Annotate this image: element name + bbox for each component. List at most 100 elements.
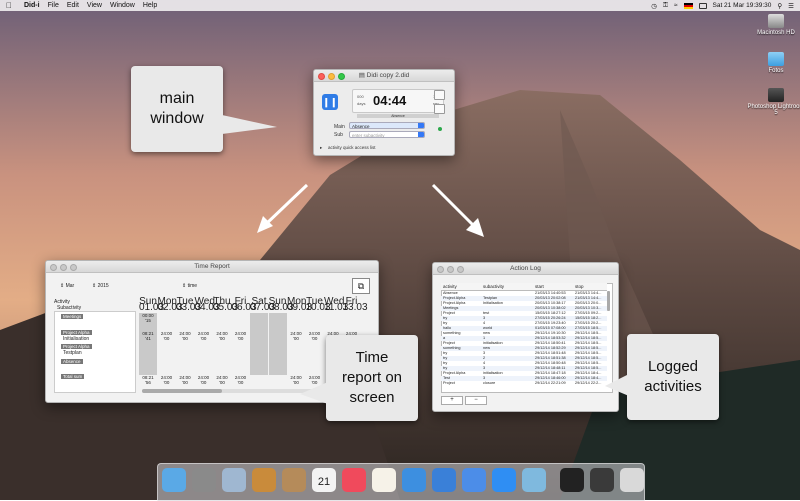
sub-label: Sub — [334, 132, 343, 138]
disclosure-triangle-icon[interactable]: ▸ — [320, 145, 322, 151]
row-label: Meetings — [61, 314, 84, 319]
column-header[interactable]: subactivity — [483, 283, 504, 290]
table-row[interactable]: Project closure 29/12/14 22:21:09 29/12/14 … — [441, 381, 607, 386]
time-report-titlebar[interactable]: Time Report — [46, 261, 378, 273]
menu-view[interactable]: View — [87, 2, 102, 9]
grid-cell: 08:21 '56 — [142, 375, 154, 385]
keynote-icon[interactable] — [432, 468, 456, 492]
clock[interactable]: Sat 21 Mar 19:39:30 — [713, 2, 772, 9]
cell-sub: '00 — [293, 336, 299, 341]
weekend-shade — [250, 313, 268, 375]
quick-access-label[interactable]: activity quick access list — [328, 145, 376, 150]
menu-window[interactable]: Window — [110, 2, 135, 9]
day-date: 03.03 — [176, 302, 202, 313]
language-flag-icon[interactable] — [683, 2, 693, 9]
apple-menu-icon[interactable]:  — [6, 1, 16, 10]
menu-edit[interactable]: Edit — [67, 2, 79, 9]
export-icon[interactable]: ⧉ — [352, 278, 370, 294]
cell-sub: '00 — [219, 336, 225, 341]
list-view-icon[interactable] — [434, 90, 445, 100]
desktop-icon-macintosh-hd[interactable]: Macintosh HD — [746, 14, 800, 36]
main-window-titlebar[interactable]: ▤ Didi copy 2.did — [314, 70, 454, 82]
document-icon: ▤ — [358, 72, 367, 79]
finder-icon[interactable] — [162, 468, 186, 492]
remove-button[interactable]: − — [465, 396, 487, 405]
menu-file[interactable]: File — [48, 2, 59, 9]
day-date: 07.03 — [250, 302, 276, 313]
chevron-down-icon[interactable] — [418, 123, 424, 128]
day-header: Wed 04.03 — [194, 297, 220, 313]
battery-icon[interactable] — [698, 2, 707, 9]
table-cell: Project — [443, 381, 455, 385]
mode-select[interactable]: ⇕ time — [182, 283, 197, 289]
terminal-icon[interactable] — [560, 468, 584, 492]
desktop-icon-lightroom[interactable]: Photoshop Lightroom 5 — [746, 88, 800, 116]
row-label: Absence — [61, 359, 83, 364]
vertical-scrollbar[interactable] — [607, 291, 610, 311]
column-header[interactable]: activity — [443, 283, 457, 290]
menu-app-name[interactable]: Did-i — [24, 2, 40, 9]
action-log-titlebar[interactable]: Action Log — [433, 263, 618, 275]
column-header[interactable]: stop — [575, 283, 584, 290]
remove-label: − — [474, 397, 478, 403]
row-label: Project Alpha — [61, 330, 92, 335]
timer-status-icon[interactable]: ◷ — [651, 2, 657, 10]
year-stepper[interactable]: ⇕ 2015 — [92, 283, 109, 289]
grid-cell: 24:00'00 — [158, 375, 176, 385]
days-unit: days — [357, 101, 366, 106]
search-icon[interactable]: ⚲ — [777, 2, 782, 10]
scrollbar-thumb[interactable] — [142, 389, 222, 393]
close-button[interactable] — [50, 264, 57, 271]
close-button[interactable] — [437, 266, 444, 273]
cell-sub: '00 — [237, 336, 244, 341]
row-label: Testplan — [63, 350, 82, 356]
lock-icon[interactable]: ⚿ — [663, 2, 668, 10]
chevron-down-icon[interactable] — [418, 132, 424, 137]
preview-icon[interactable] — [252, 468, 276, 492]
year-value: 2015 — [97, 283, 109, 289]
photo-booth-icon[interactable] — [590, 468, 614, 492]
month-select[interactable]: ⇕ Mar — [60, 283, 74, 289]
column-header[interactable]: start — [535, 283, 544, 290]
close-button[interactable] — [318, 73, 325, 80]
add-button[interactable]: + — [441, 396, 463, 405]
report-icon[interactable] — [434, 104, 445, 114]
trash-icon[interactable] — [620, 468, 644, 492]
minimize-button[interactable] — [328, 73, 335, 80]
wifi-icon[interactable]: ≈ — [674, 2, 678, 9]
app-store-icon[interactable] — [492, 468, 516, 492]
menu-help[interactable]: Help — [143, 2, 157, 9]
zoom-button[interactable] — [70, 264, 77, 271]
music-icon[interactable] — [342, 468, 366, 492]
day-header: Fri 06.03 — [231, 297, 257, 313]
subactivity-combo[interactable]: enter subactivity — [349, 131, 425, 138]
pause-button[interactable]: ❙❙ — [322, 94, 338, 110]
day-date: 02.03 — [157, 302, 183, 313]
running-indicator — [438, 127, 442, 131]
launchpad-icon[interactable] — [222, 468, 246, 492]
system-preferences-icon[interactable] — [192, 468, 216, 492]
notification-center-icon[interactable]: ☰ — [788, 2, 794, 10]
photos-icon[interactable] — [372, 468, 396, 492]
day-date: 06.03 — [231, 302, 257, 313]
timer-display: 000 days 04:44 11 sec Absence — [352, 89, 444, 118]
day-date: 04.03 — [194, 302, 220, 313]
day-header: Sat 07.03 — [250, 297, 276, 313]
zoom-button[interactable] — [338, 73, 345, 80]
day-header: Mon 02.03 — [157, 297, 183, 313]
desktop-icon-fotos[interactable]: Fotos — [746, 52, 800, 74]
activity-table: Meetings Project Alpha Initialisation Pr… — [54, 311, 136, 393]
maps-icon[interactable] — [522, 468, 546, 492]
zoom-button[interactable] — [457, 266, 464, 273]
minimize-button[interactable] — [60, 264, 67, 271]
callout-main-window: main window — [131, 66, 223, 152]
calendar-icon[interactable]: 21 — [312, 468, 336, 492]
minimize-button[interactable] — [447, 266, 454, 273]
day-header: Thu 05.03 — [213, 297, 238, 313]
day-header: Wed 11.03 — [324, 297, 348, 313]
contacts-icon[interactable] — [282, 468, 306, 492]
xcode-icon[interactable] — [462, 468, 486, 492]
safari-icon[interactable] — [402, 468, 426, 492]
day-header: Sun 01.03 — [139, 297, 164, 313]
main-activity-combo[interactable]: Absence — [349, 122, 425, 129]
